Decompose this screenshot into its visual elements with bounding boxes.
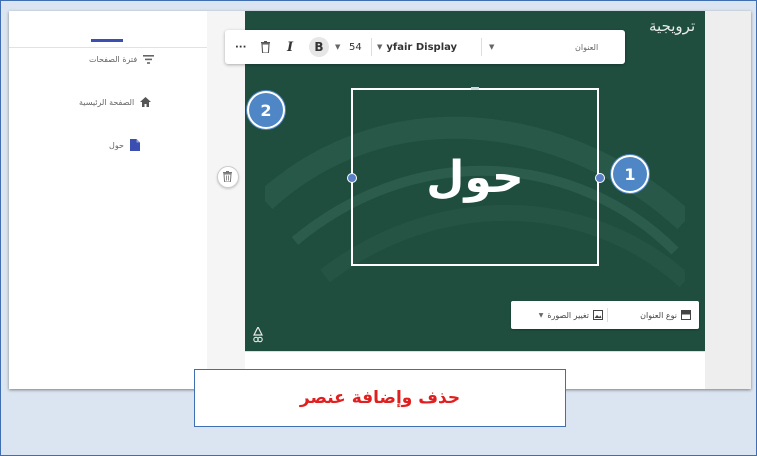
change-image-label: تغيير الصورة (547, 310, 589, 320)
pages-sidebar: فترة الصفحات الصفحة الرئيسية حول (9, 11, 207, 389)
callout-marker-2: 2 (249, 93, 283, 127)
bold-label: B (309, 37, 329, 57)
more-options-button[interactable]: ··· (235, 30, 246, 64)
filter-label: فترة الصفحات (89, 55, 138, 64)
app-screenshot: فترة الصفحات الصفحة الرئيسية حول ترويجية… (9, 11, 751, 389)
bold-button[interactable]: B (309, 30, 329, 64)
font-family-select[interactable]: ▼ yfair Display (377, 30, 457, 64)
right-panel (705, 11, 751, 389)
toolbar-divider (481, 38, 482, 56)
chevron-down-icon[interactable]: ▼ (335, 30, 340, 64)
slide-frame: فترة الصفحات الصفحة الرئيسية حول ترويجية… (0, 0, 757, 456)
text-style-select[interactable]: العنوان (575, 30, 598, 64)
font-size-field[interactable]: 54 (349, 30, 362, 64)
trash-icon (223, 171, 232, 182)
resize-handle-right[interactable] (595, 173, 605, 183)
font-family-label: yfair Display (386, 41, 458, 53)
drag-handle-top[interactable] (471, 87, 479, 90)
sidebar-item-about-label: حول (109, 140, 124, 150)
caption-box: حذف وإضافة عنصر (194, 369, 566, 427)
callout-marker-1: 1 (613, 157, 647, 191)
chevron-down-icon: ▼ (377, 43, 383, 51)
toolbar-divider (371, 38, 372, 56)
site-title-text: ترويجية (649, 17, 696, 35)
sidebar-divider (9, 47, 207, 48)
page-filter[interactable]: فترة الصفحات (89, 55, 195, 64)
resize-handle-left[interactable] (347, 173, 357, 183)
selected-text-box[interactable]: حول (351, 88, 599, 266)
page-icon (129, 139, 140, 151)
chevron-down-icon: ▼ (538, 311, 544, 319)
caption-text: حذف وإضافة عنصر (299, 388, 461, 408)
theme-icon[interactable] (253, 327, 263, 343)
delete-element-button[interactable] (261, 30, 270, 64)
sidebar-item-about[interactable]: حول (109, 139, 187, 151)
text-format-toolbar: ··· I B ▼ 54 ▼ yfair Display ▼ العنوان (225, 30, 625, 64)
trash-icon (261, 41, 270, 53)
header-type-button[interactable]: نوع العنوان (615, 301, 691, 329)
header-type-label: نوع العنوان (640, 310, 677, 320)
italic-button[interactable]: I (287, 30, 293, 64)
text-box-content[interactable]: حول (426, 152, 523, 203)
bar-divider (607, 308, 608, 322)
active-tab-indicator (91, 39, 123, 42)
home-icon (140, 97, 152, 107)
delete-section-button[interactable] (217, 166, 239, 188)
sidebar-item-home[interactable]: الصفحة الرئيسية (79, 97, 187, 107)
sidebar-item-home-label: الصفحة الرئيسية (79, 97, 135, 107)
layout-icon (681, 310, 691, 320)
filter-icon (143, 55, 155, 64)
header-options-bar: تغيير الصورة ▼ نوع العنوان (511, 301, 699, 329)
section-gutter (207, 11, 245, 389)
image-icon (593, 310, 603, 320)
change-image-button[interactable]: تغيير الصورة ▼ (519, 301, 603, 329)
chevron-down-icon[interactable]: ▼ (489, 30, 494, 64)
